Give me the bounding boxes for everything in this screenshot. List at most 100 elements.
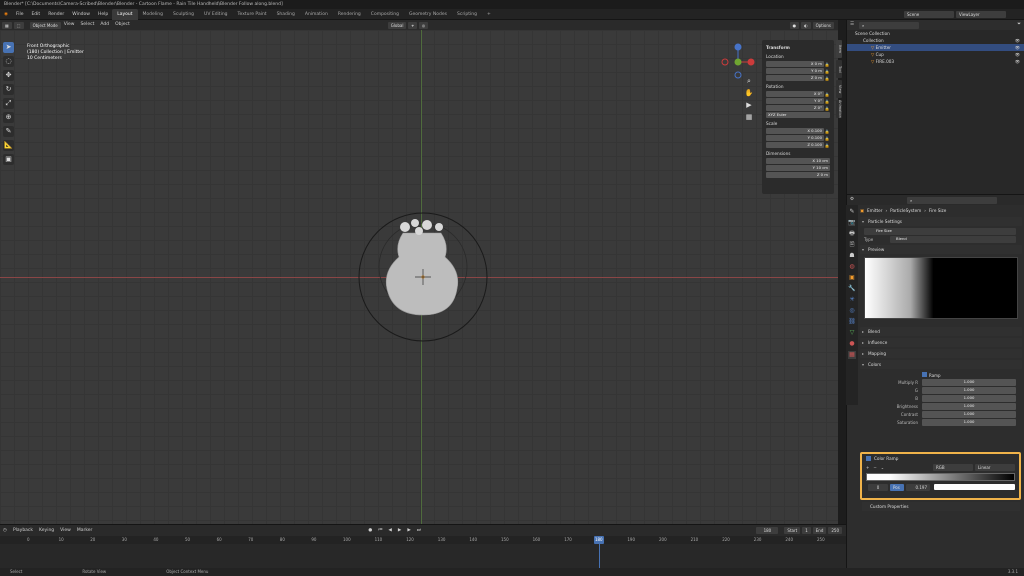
dimensions-z-field[interactable]: Z 0 m — [766, 172, 830, 178]
gizmo-y-icon[interactable] — [734, 58, 742, 66]
options-dropdown[interactable]: Options — [812, 21, 834, 29]
mapping-section[interactable]: Mapping — [860, 349, 1022, 358]
menu-object[interactable]: Object — [112, 20, 133, 30]
modifier-tab-icon[interactable]: 🔧 — [848, 285, 856, 293]
properties-editor-icon[interactable]: ⚙ — [847, 195, 857, 205]
play-icon[interactable]: ▶ — [395, 526, 404, 536]
outliner-fire[interactable]: ▽ FIRE.003 👁 — [847, 58, 1024, 65]
menu-file[interactable]: File — [12, 9, 28, 20]
tab-scripting[interactable]: Scripting — [452, 9, 482, 20]
lock-icon[interactable]: 🔒 — [824, 129, 830, 134]
view-layer-selector[interactable]: ViewLayer — [956, 10, 1006, 18]
gizmo-z-icon[interactable] — [734, 43, 742, 51]
record-icon[interactable]: ● — [365, 526, 375, 536]
ramp-stop-index-field[interactable]: 0 — [868, 483, 888, 491]
menu-window[interactable]: Window — [68, 9, 94, 20]
lock-icon[interactable]: 🔒 — [824, 99, 830, 104]
jump-start-icon[interactable]: ⏮ — [375, 526, 385, 536]
snap-icon[interactable]: ⌖ — [408, 21, 417, 29]
material-tab-icon[interactable]: ● — [848, 340, 856, 348]
measure-tool-icon[interactable]: 📐 — [3, 140, 14, 151]
multiply-b-field[interactable]: 1.000 — [922, 395, 1016, 402]
select-mode-icon[interactable]: ⬚ — [13, 21, 24, 29]
rotation-mode-dropdown[interactable]: XYZ Euler — [766, 112, 830, 118]
render-tab-icon[interactable]: 📷 — [848, 219, 856, 227]
lock-icon[interactable]: 🔒 — [824, 106, 830, 111]
sidebar-tab-view[interactable]: View — [836, 80, 842, 98]
menu-add[interactable]: Add — [97, 20, 112, 30]
viewport-shading-material-icon[interactable]: ◐ — [801, 21, 811, 29]
outliner-emitter[interactable]: ▽ Emitter 👁 — [847, 44, 1024, 51]
camera-view-icon[interactable]: ▶ — [744, 100, 754, 110]
lock-icon[interactable]: 🔒 — [824, 143, 830, 148]
physics-tab-icon[interactable]: ◎ — [848, 307, 856, 315]
view-layer-tab-icon[interactable]: 🗎 — [848, 241, 856, 249]
dimensions-x-field[interactable]: X 10 cm — [766, 158, 830, 164]
rotate-tool-icon[interactable]: ↻ — [3, 84, 14, 95]
ortho-grid-icon[interactable]: ▦ — [744, 112, 754, 122]
tab-sculpting[interactable]: Sculpting — [168, 9, 199, 20]
pan-hand-icon[interactable]: ✋ — [744, 88, 754, 98]
brightness-field[interactable]: 1.000 — [922, 403, 1016, 410]
tab-layout[interactable]: Layout — [112, 8, 138, 20]
gizmo-neg-z-icon[interactable] — [734, 71, 742, 79]
scene-tab-icon[interactable]: ☗ — [848, 252, 856, 260]
lock-icon[interactable]: 🔒 — [824, 92, 830, 97]
preview-section[interactable]: Preview — [860, 245, 1022, 254]
tab-animation[interactable]: Animation — [300, 9, 333, 20]
ramp-color-mode-dropdown[interactable]: RGB — [933, 463, 973, 471]
properties-search-input[interactable]: ⌕ — [907, 196, 998, 204]
color-ramp-gradient[interactable] — [866, 473, 1015, 481]
multiply-g-field[interactable]: 1.000 — [922, 387, 1016, 394]
sidebar-tab-item[interactable]: Item — [836, 40, 842, 58]
lock-icon[interactable]: 🔒 — [824, 69, 830, 74]
select-box-tool-icon[interactable]: ➤ — [3, 42, 14, 53]
visibility-eye-icon[interactable]: 👁 — [1015, 51, 1020, 58]
data-tab-icon[interactable]: ▽ — [848, 329, 856, 337]
timeline-ruler[interactable]: 0 10 20 30 40 50 60 70 80 90 100 110 120 130 140 150 160… — [0, 536, 846, 544]
menu-render[interactable]: Render — [44, 9, 68, 20]
visibility-eye-icon[interactable]: 👁 — [1015, 37, 1020, 44]
add-stop-icon[interactable]: + — [866, 465, 869, 470]
cursor-tool-icon[interactable]: ◌ — [3, 56, 14, 67]
start-frame-field[interactable]: 1 — [802, 527, 811, 534]
proportional-edit-icon[interactable]: ◎ — [418, 21, 429, 29]
viewport-shading-solid-icon[interactable]: ● — [789, 21, 800, 29]
gizmo-neg-x-icon[interactable] — [721, 58, 729, 66]
zoom-icon[interactable]: ⌕ — [744, 76, 754, 86]
tab-compositing[interactable]: Compositing — [366, 9, 404, 20]
current-frame-field[interactable]: 180 — [756, 527, 779, 534]
menu-marker[interactable]: Marker — [74, 526, 96, 536]
emitter-object[interactable] — [355, 205, 495, 345]
menu-edit[interactable]: Edit — [27, 9, 44, 20]
lock-icon[interactable]: 🔒 — [824, 62, 830, 67]
menu-keying[interactable]: Keying — [36, 526, 57, 536]
type-dropdown[interactable]: Blend — [890, 236, 1016, 243]
annotate-tool-icon[interactable]: ✎ — [3, 126, 14, 137]
influence-section[interactable]: Influence — [860, 338, 1022, 347]
tab-rendering[interactable]: Rendering — [333, 9, 366, 20]
output-tab-icon[interactable]: 🖶 — [848, 230, 856, 238]
outliner-search-input[interactable]: ⌕ — [859, 21, 920, 29]
transform-tool-icon[interactable]: ⊕ — [3, 112, 14, 123]
tool-tab-icon[interactable]: ✎ — [848, 208, 856, 216]
ramp-stop-color-swatch[interactable] — [934, 484, 1015, 490]
tab-uv-editing[interactable]: UV Editing — [199, 9, 232, 20]
world-tab-icon[interactable]: ◍ — [848, 263, 856, 271]
menu-timeline-view[interactable]: View — [57, 526, 74, 536]
object-mode-dropdown[interactable]: Object Mode — [29, 21, 61, 29]
colors-section[interactable]: Colors — [860, 360, 1022, 369]
object-tab-icon[interactable]: ▣ — [848, 274, 856, 282]
rotation-x-field[interactable]: X 0° — [766, 91, 824, 97]
blender-logo-icon[interactable]: ◉ — [0, 9, 12, 20]
constraints-tab-icon[interactable]: ⛓ — [848, 318, 856, 326]
ramp-checkbox[interactable]: Ramp — [922, 371, 941, 378]
prev-key-icon[interactable]: ◀ — [385, 526, 394, 536]
next-key-icon[interactable]: ▶ — [404, 526, 413, 536]
scene-selector[interactable]: Scene — [904, 10, 954, 18]
ramp-menu-icon[interactable]: ⌄ — [881, 465, 884, 470]
contrast-field[interactable]: 1.000 — [922, 411, 1016, 418]
dimensions-y-field[interactable]: Y 10 cm — [766, 165, 830, 171]
texture-name-field[interactable]: Fire Size — [864, 228, 1016, 235]
lock-icon[interactable]: 🔒 — [824, 76, 830, 81]
